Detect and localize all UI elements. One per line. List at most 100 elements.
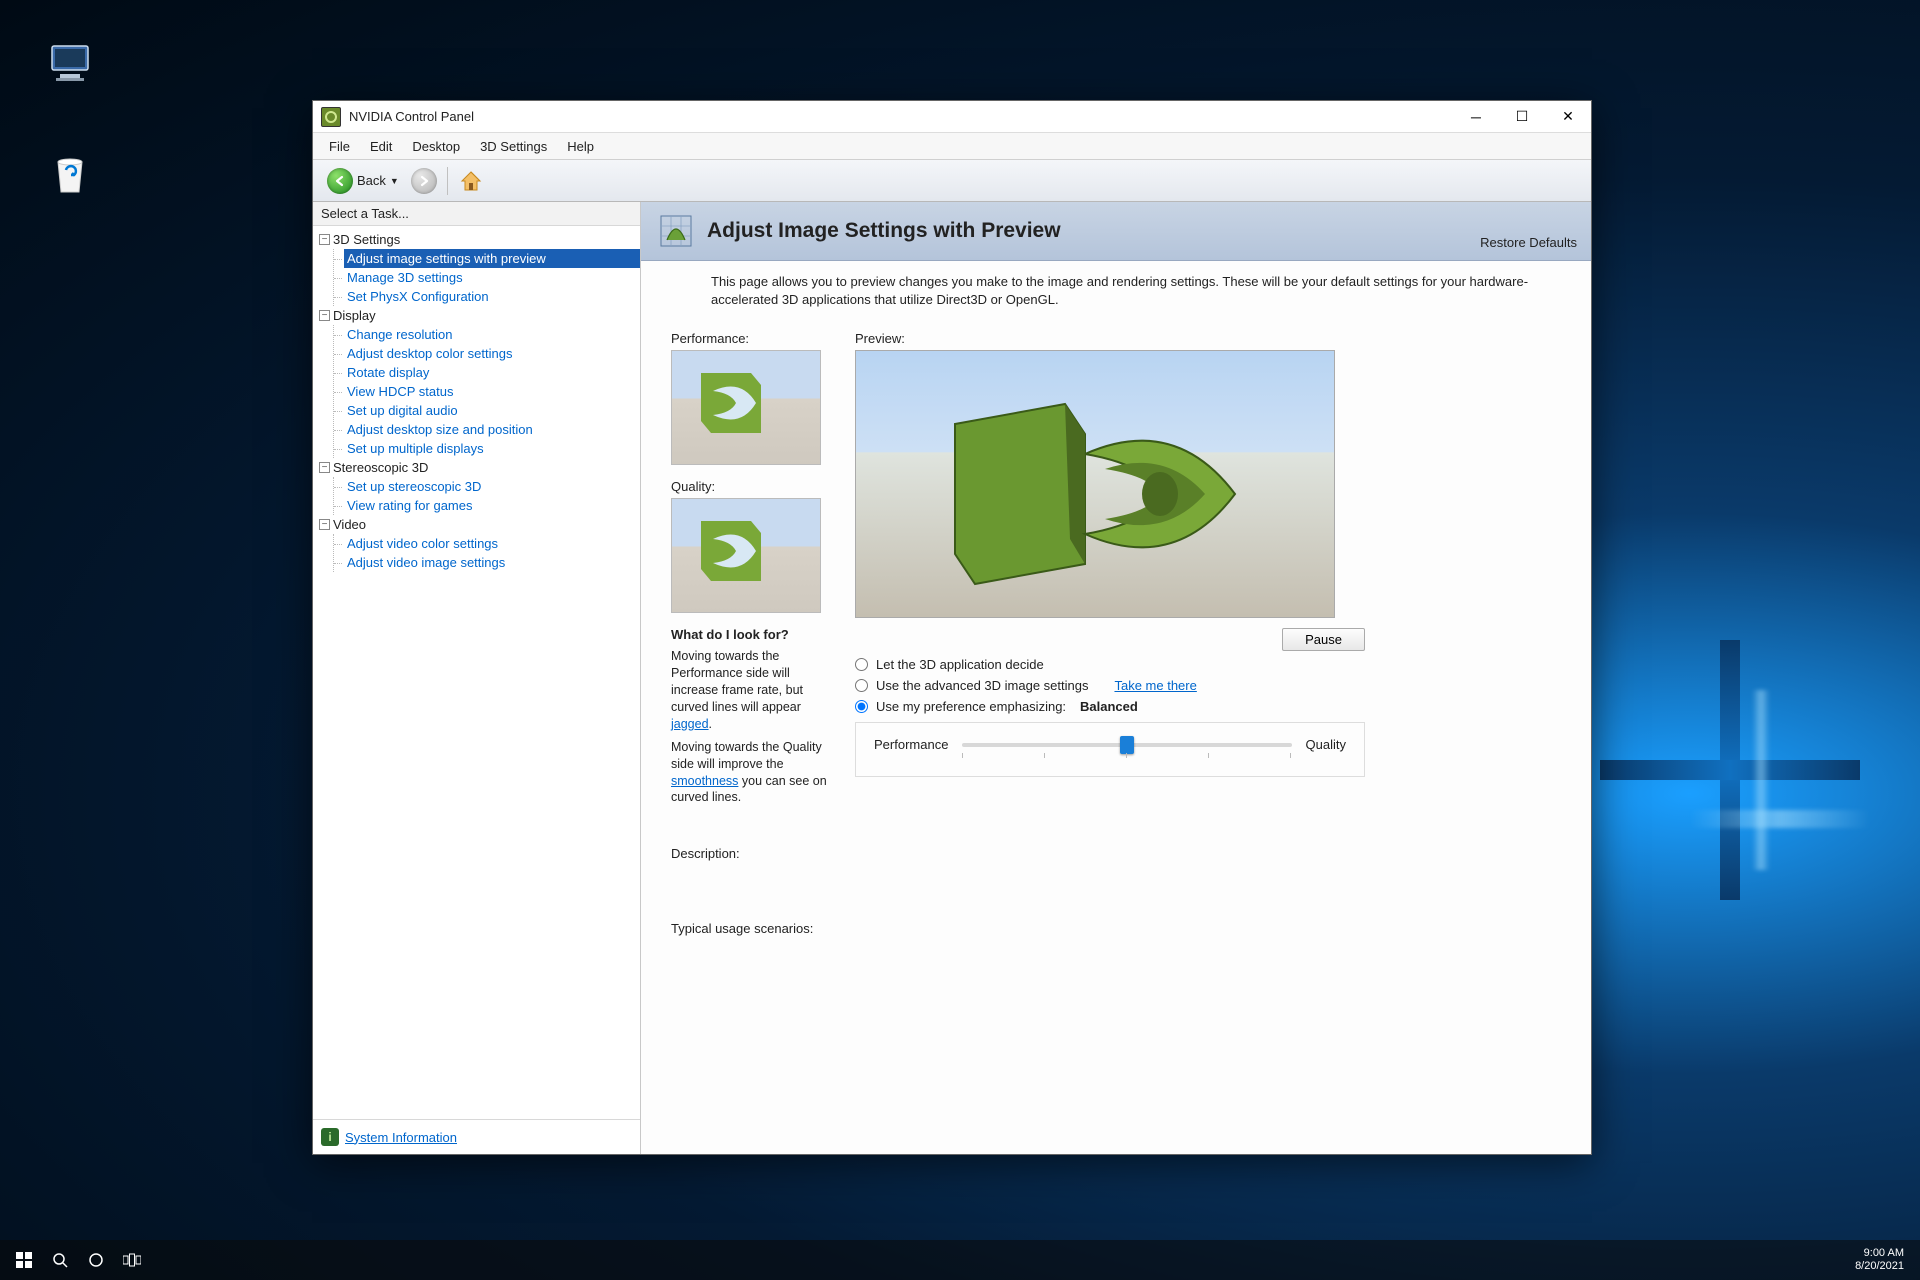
- nvidia-3d-logo: [915, 374, 1275, 594]
- tree-collapse-icon[interactable]: −: [319, 462, 330, 473]
- system-clock[interactable]: 9:00 AM 8/20/2021: [1855, 1247, 1914, 1273]
- menubar: File Edit Desktop 3D Settings Help: [313, 133, 1591, 160]
- nvidia-control-panel-window: NVIDIA Control Panel ─ ☐ ✕ File Edit Des…: [312, 100, 1592, 1155]
- slider-right-label: Quality: [1306, 737, 1346, 752]
- nvidia-app-icon: [321, 107, 341, 127]
- system-information-link[interactable]: System Information: [345, 1130, 457, 1145]
- windows-icon: [16, 1252, 32, 1268]
- menu-3d-settings[interactable]: 3D Settings: [470, 136, 557, 157]
- tree-item-adjust-video-image-settings[interactable]: Adjust video image settings: [344, 553, 640, 572]
- tree-item-adjust-desktop-size-and-position[interactable]: Adjust desktop size and position: [344, 420, 640, 439]
- nvidia-logo-icon: [691, 363, 801, 453]
- menu-file[interactable]: File: [319, 136, 360, 157]
- tree-item-adjust-image-settings-with-preview[interactable]: Adjust image settings with preview: [344, 249, 640, 268]
- sidebar: Select a Task... −3D SettingsAdjust imag…: [313, 202, 641, 1154]
- tree-group-3d-settings[interactable]: −3D Settings: [319, 230, 640, 249]
- forward-button[interactable]: [411, 168, 437, 194]
- windows-logo-rays: [1600, 640, 1860, 900]
- tree-item-set-physx-configuration[interactable]: Set PhysX Configuration: [344, 287, 640, 306]
- tree-item-view-hdcp-status[interactable]: View HDCP status: [344, 382, 640, 401]
- preview-viewport: [855, 350, 1335, 618]
- slider-thumb[interactable]: [1120, 736, 1134, 754]
- nvidia-logo-icon: [691, 511, 801, 601]
- radio-preference[interactable]: Use my preference emphasizing: Balanced: [855, 699, 1365, 714]
- radio-app-decide-label: Let the 3D application decide: [876, 657, 1044, 672]
- menu-desktop[interactable]: Desktop: [402, 136, 470, 157]
- tree-item-set-up-digital-audio[interactable]: Set up digital audio: [344, 401, 640, 420]
- task-view-button[interactable]: [114, 1242, 150, 1278]
- close-button[interactable]: ✕: [1545, 101, 1591, 133]
- tree-item-rotate-display[interactable]: Rotate display: [344, 363, 640, 382]
- help-paragraph-1: Moving towards the Performance side will…: [671, 648, 831, 732]
- tree-item-set-up-multiple-displays[interactable]: Set up multiple displays: [344, 439, 640, 458]
- smoothness-link[interactable]: smoothness: [671, 774, 738, 788]
- tree-collapse-icon[interactable]: −: [319, 519, 330, 530]
- restore-defaults-link[interactable]: Restore Defaults: [1480, 235, 1577, 252]
- maximize-button[interactable]: ☐: [1499, 101, 1545, 133]
- jagged-link[interactable]: jagged: [671, 717, 709, 731]
- radio-app-decide[interactable]: Let the 3D application decide: [855, 657, 1365, 672]
- back-arrow-icon: [327, 168, 353, 194]
- tree-item-manage-3d-settings[interactable]: Manage 3D settings: [344, 268, 640, 287]
- back-dropdown-icon[interactable]: ▼: [390, 176, 399, 186]
- light-ray: [1752, 690, 1770, 870]
- preference-slider-box: Performance Quality: [855, 722, 1365, 777]
- toolbar-separator: [447, 167, 448, 195]
- toolbar: Back ▼: [313, 160, 1591, 202]
- radio-preference-input[interactable]: [855, 700, 868, 713]
- back-button[interactable]: Back ▼: [321, 166, 405, 196]
- light-ray: [1690, 810, 1870, 828]
- page-title: Adjust Image Settings with Preview: [707, 219, 1470, 243]
- home-icon: [458, 168, 484, 194]
- radio-advanced-label: Use the advanced 3D image settings: [876, 678, 1088, 693]
- radio-advanced-input[interactable]: [855, 679, 868, 692]
- help-paragraph-2: Moving towards the Quality side will imp…: [671, 739, 831, 807]
- tree-item-change-resolution[interactable]: Change resolution: [344, 325, 640, 344]
- sidebar-footer: i System Information: [313, 1119, 640, 1154]
- start-button[interactable]: [6, 1242, 42, 1278]
- page-header: Adjust Image Settings with Preview Resto…: [641, 202, 1591, 261]
- tree-group-stereoscopic-3d[interactable]: −Stereoscopic 3D: [319, 458, 640, 477]
- clock-time: 9:00 AM: [1855, 1247, 1904, 1260]
- tree-group-label: 3D Settings: [333, 232, 400, 247]
- desktop-icon-recycle-bin[interactable]: [35, 150, 105, 201]
- taskbar[interactable]: 9:00 AM 8/20/2021: [0, 1240, 1920, 1280]
- tree-group-display[interactable]: −Display: [319, 306, 640, 325]
- radio-advanced[interactable]: Use the advanced 3D image settings Take …: [855, 678, 1365, 693]
- home-button[interactable]: [458, 168, 484, 194]
- sidebar-header: Select a Task...: [313, 202, 640, 226]
- pause-button[interactable]: Pause: [1282, 628, 1365, 651]
- slider-left-label: Performance: [874, 737, 948, 752]
- preference-value: Balanced: [1080, 699, 1138, 714]
- performance-label: Performance:: [671, 331, 831, 346]
- preview-label: Preview:: [855, 331, 1365, 346]
- tree-item-adjust-desktop-color-settings[interactable]: Adjust desktop color settings: [344, 344, 640, 363]
- info-icon: i: [321, 1128, 339, 1146]
- performance-thumbnail: [671, 350, 821, 465]
- task-tree: −3D SettingsAdjust image settings with p…: [313, 226, 640, 1119]
- minimize-button[interactable]: ─: [1453, 101, 1499, 133]
- take-me-there-link[interactable]: Take me there: [1114, 678, 1196, 693]
- titlebar[interactable]: NVIDIA Control Panel ─ ☐ ✕: [313, 101, 1591, 133]
- desktop-icon-this-pc[interactable]: [35, 40, 105, 91]
- tree-group-label: Video: [333, 517, 366, 532]
- quality-label: Quality:: [671, 479, 831, 494]
- help-title: What do I look for?: [671, 627, 831, 642]
- cortana-button[interactable]: [78, 1242, 114, 1278]
- preference-slider[interactable]: [962, 743, 1291, 747]
- tree-collapse-icon[interactable]: −: [319, 234, 330, 245]
- search-button[interactable]: [42, 1242, 78, 1278]
- tree-item-set-up-stereoscopic-3d[interactable]: Set up stereoscopic 3D: [344, 477, 640, 496]
- tree-group-video[interactable]: −Video: [319, 515, 640, 534]
- tree-collapse-icon[interactable]: −: [319, 310, 330, 321]
- radio-app-decide-input[interactable]: [855, 658, 868, 671]
- radio-preference-label: Use my preference emphasizing:: [876, 699, 1066, 714]
- usage-label: Typical usage scenarios:: [671, 921, 1561, 936]
- window-title: NVIDIA Control Panel: [349, 109, 1453, 124]
- back-label: Back: [357, 173, 386, 188]
- tree-item-view-rating-for-games[interactable]: View rating for games: [344, 496, 640, 515]
- menu-help[interactable]: Help: [557, 136, 604, 157]
- menu-edit[interactable]: Edit: [360, 136, 402, 157]
- tree-group-label: Display: [333, 308, 376, 323]
- tree-item-adjust-video-color-settings[interactable]: Adjust video color settings: [344, 534, 640, 553]
